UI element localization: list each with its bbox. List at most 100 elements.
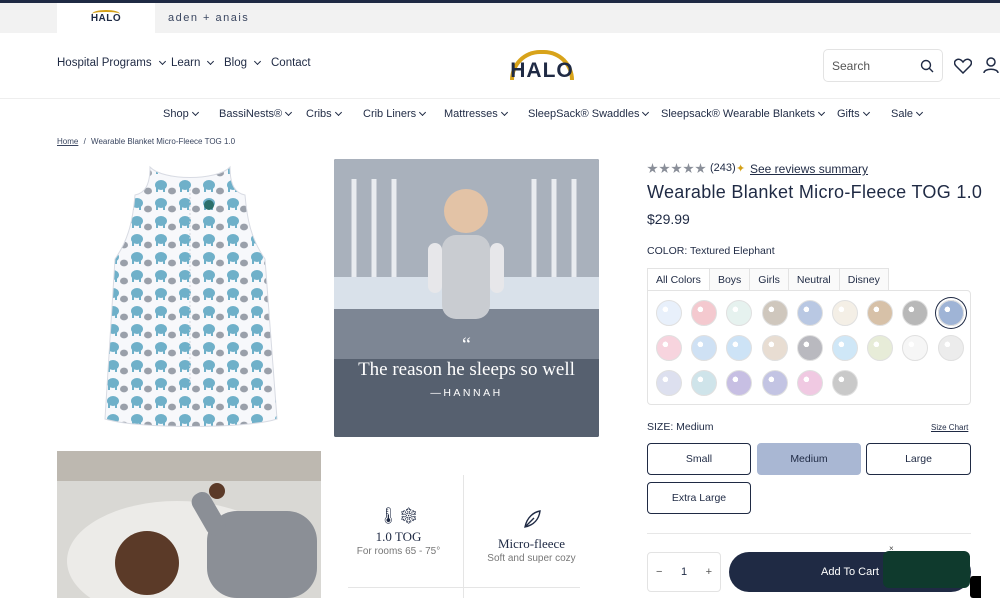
review-count[interactable]: (243): [710, 162, 736, 174]
leaf-icon: [523, 510, 541, 528]
halo-logo[interactable]: HALO: [506, 48, 578, 84]
qty-increase-button[interactable]: +: [706, 566, 712, 578]
search-icon[interactable]: [920, 59, 934, 73]
size-chart-link[interactable]: Size Chart: [931, 423, 968, 432]
main-nav-label: Sleepsack® Wearable Blankets: [661, 108, 816, 120]
chevron-down-icon: [207, 57, 215, 66]
color-swatch[interactable]: [656, 370, 682, 396]
main-nav-label: Crib Liners: [363, 108, 417, 120]
color-swatch[interactable]: [691, 370, 718, 396]
brand-bar: HALO aden + anais: [0, 3, 1000, 33]
chevron-down-icon: [158, 57, 166, 66]
color-swatch[interactable]: [691, 335, 718, 361]
qty-value[interactable]: 1: [681, 566, 687, 578]
features-bottom-rule: [348, 587, 580, 588]
color-swatch[interactable]: [902, 335, 929, 361]
main-nav-gifts[interactable]: Gifts: [837, 108, 870, 120]
tab-neutral[interactable]: Neutral: [787, 268, 840, 291]
color-swatch[interactable]: [832, 335, 858, 361]
star-icon: [647, 163, 658, 174]
color-swatch[interactable]: [691, 300, 718, 326]
color-swatch[interactable]: [726, 300, 753, 326]
heart-icon[interactable]: [954, 58, 972, 74]
chevron-down-icon: [334, 108, 342, 117]
size-medium-button[interactable]: Medium: [757, 443, 861, 475]
color-swatch[interactable]: [761, 370, 788, 396]
see-reviews-summary-link[interactable]: See reviews summary: [750, 162, 868, 176]
color-swatch[interactable]: [937, 335, 964, 361]
main-nav-shop[interactable]: Shop: [163, 108, 199, 120]
brand-tab-halo[interactable]: HALO: [57, 3, 155, 33]
color-swatch[interactable]: [656, 335, 682, 361]
user-icon[interactable]: [983, 57, 999, 74]
chevron-down-icon: [642, 108, 650, 117]
color-swatch[interactable]: [796, 335, 823, 361]
main-nav-crib-liners[interactable]: Crib Liners: [363, 108, 427, 120]
color-swatch[interactable]: [867, 300, 894, 326]
color-label: COLOR: Textured Elephant: [647, 245, 775, 257]
chevron-down-icon: [253, 57, 262, 66]
nav-contact[interactable]: Contact: [271, 57, 311, 69]
nav-learn[interactable]: Learn: [171, 57, 215, 69]
chevron-down-icon: [285, 108, 293, 117]
nav-label: Blog: [224, 57, 248, 69]
chat-widget[interactable]: [883, 551, 970, 588]
main-nav-label: Mattresses: [444, 108, 498, 120]
nav-hospital-programs[interactable]: Hospital Programs: [57, 57, 166, 69]
main-nav-bassinests[interactable]: BassiNests®: [219, 108, 293, 120]
rating-stars[interactable]: [647, 163, 706, 174]
chevron-down-icon: [419, 108, 427, 117]
color-swatch[interactable]: [726, 370, 753, 396]
brand-tab-aden-anais[interactable]: aden + anais: [168, 12, 249, 24]
product-image-lifestyle[interactable]: [57, 451, 321, 598]
color-swatch[interactable]: [726, 335, 753, 361]
color-swatch[interactable]: [832, 300, 858, 326]
color-swatch[interactable]: [761, 300, 788, 326]
feature-tog: 🌡❄ 1.0 TOG For rooms 65 - 75°: [334, 509, 463, 558]
color-swatch[interactable]: [902, 300, 929, 326]
size-small-button[interactable]: Small: [647, 443, 751, 475]
tab-boys[interactable]: Boys: [708, 268, 751, 291]
tab-disney[interactable]: Disney: [838, 268, 889, 291]
main-nav-cribs[interactable]: Cribs: [306, 108, 342, 120]
product-image-testimonial[interactable]: “ The reason he sleeps so well —HANNAH: [334, 159, 599, 437]
main-nav-label: Cribs: [306, 108, 332, 120]
star-icon: [659, 163, 670, 174]
color-swatch[interactable]: [656, 300, 682, 326]
color-swatch[interactable]: [832, 370, 858, 396]
nav-label: Contact: [271, 57, 311, 69]
color-swatch[interactable]: [796, 370, 823, 396]
breadcrumb-home[interactable]: Home: [57, 137, 78, 146]
product-image-sleepsack[interactable]: [57, 159, 321, 439]
quote-text: The reason he sleeps so well: [358, 359, 575, 380]
main-nav-sale[interactable]: Sale: [891, 108, 924, 120]
color-swatch[interactable]: [761, 335, 788, 361]
color-swatch[interactable]: [796, 300, 823, 326]
chat-close-icon[interactable]: ×: [889, 544, 894, 553]
main-nav-label: Sale: [891, 108, 914, 120]
header-divider: [0, 98, 1000, 99]
color-swatch[interactable]: [867, 335, 894, 361]
nav-blog[interactable]: Blog: [224, 57, 262, 69]
chat-launcher-tab[interactable]: [970, 576, 981, 598]
lifestyle-photo: [57, 451, 321, 598]
search-box[interactable]: Search: [823, 49, 943, 82]
feature-tog-subtitle: For rooms 65 - 75°: [356, 546, 441, 557]
qty-decrease-button[interactable]: −: [656, 566, 662, 578]
tab-girls[interactable]: Girls: [749, 268, 789, 291]
chevron-down-icon: [818, 108, 826, 117]
star-icon: [695, 163, 706, 174]
size-extra-large-button[interactable]: Extra Large: [647, 482, 751, 514]
main-nav-wearable-blankets[interactable]: Sleepsack® Wearable Blankets: [661, 108, 826, 120]
search-input[interactable]: Search: [832, 59, 870, 73]
size-label: SIZE: Medium: [647, 421, 714, 433]
feature-fleece-subtitle: Soft and super cozy: [487, 553, 576, 564]
nav-label: Hospital Programs: [57, 57, 152, 69]
breadcrumb-separator: /: [83, 137, 86, 146]
tab-all-colors[interactable]: All Colors: [647, 268, 710, 291]
main-nav-mattresses[interactable]: Mattresses: [444, 108, 508, 120]
main-nav-sleepsack-swaddles[interactable]: SleepSack® Swaddles: [528, 108, 650, 120]
feature-fleece-title: Micro-fleece: [497, 536, 566, 551]
size-large-button[interactable]: Large: [866, 443, 971, 475]
color-swatch[interactable]: [937, 300, 964, 326]
